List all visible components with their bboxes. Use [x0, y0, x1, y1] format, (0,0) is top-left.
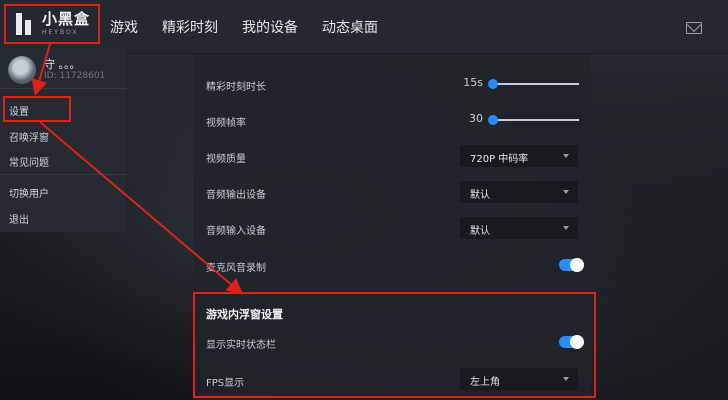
audio-output-select[interactable]: 默认 [460, 181, 578, 203]
settings-highlight-box [3, 96, 71, 122]
nav-games[interactable]: 游戏 [110, 17, 138, 37]
main-nav: 游戏 精彩时刻 我的设备 动态桌面 [110, 0, 402, 54]
label-audio-output: 音频输出设备 [206, 190, 266, 201]
heybox-logo-icon [16, 13, 36, 35]
mail-icon[interactable] [686, 22, 702, 34]
nav-devices[interactable]: 我的设备 [242, 17, 298, 37]
video-quality-value: 720P 中码率 [470, 154, 529, 165]
menu-item-switch-user[interactable]: 切换用户 [9, 185, 49, 200]
label-audio-input: 音频输入设备 [206, 226, 266, 237]
menu-item-logout[interactable]: 退出 [9, 211, 29, 226]
frame-rate-slider-handle[interactable] [488, 115, 498, 125]
mic-record-toggle[interactable] [559, 258, 584, 272]
brand-name: 小黑盒 [42, 10, 91, 28]
audio-input-select[interactable]: 默认 [460, 217, 578, 239]
avatar[interactable] [8, 56, 36, 84]
user-info: 守 。。。 ID: 11728601 [8, 56, 105, 84]
label-frame-rate: 视频帧率 [206, 118, 246, 129]
label-mic-record: 麦克风音录制 [206, 263, 266, 274]
divider [0, 88, 127, 89]
frame-rate-slider[interactable] [491, 119, 579, 121]
user-dropdown-menu: 守 。。。 ID: 11728601 设置 召唤浮窗 常见问题 切换用户 退出 [0, 48, 127, 232]
chevron-down-icon [563, 154, 569, 158]
highlight-duration-slider-handle[interactable] [488, 79, 498, 89]
user-name: 守 。。。 [44, 58, 81, 71]
user-id: ID: 11728601 [44, 71, 106, 82]
highlight-duration-slider[interactable] [491, 83, 579, 85]
menu-item-faq[interactable]: 常见问题 [9, 154, 49, 169]
brand-logo[interactable]: 小黑盒 HEYBOX [4, 4, 100, 44]
brand-name-en: HEYBOX [42, 29, 79, 36]
label-highlight-duration: 精彩时刻时长 [206, 82, 266, 93]
chevron-down-icon [563, 190, 569, 194]
chevron-down-icon [563, 226, 569, 230]
label-video-quality: 视频质量 [206, 154, 246, 165]
audio-input-value: 默认 [470, 226, 490, 237]
menu-item-summon-overlay[interactable]: 召唤浮窗 [9, 129, 49, 144]
overlay-highlight-box [193, 292, 596, 398]
nav-wallpaper[interactable]: 动态桌面 [322, 17, 378, 37]
audio-output-value: 默认 [470, 190, 490, 201]
value-frame-rate: 30 [469, 112, 483, 125]
video-quality-select[interactable]: 720P 中码率 [460, 145, 578, 167]
top-bar: 小黑盒 HEYBOX 游戏 精彩时刻 我的设备 动态桌面 [0, 0, 728, 54]
nav-highlights[interactable]: 精彩时刻 [162, 17, 218, 37]
value-highlight-duration: 15s [463, 76, 483, 89]
divider [0, 174, 127, 175]
